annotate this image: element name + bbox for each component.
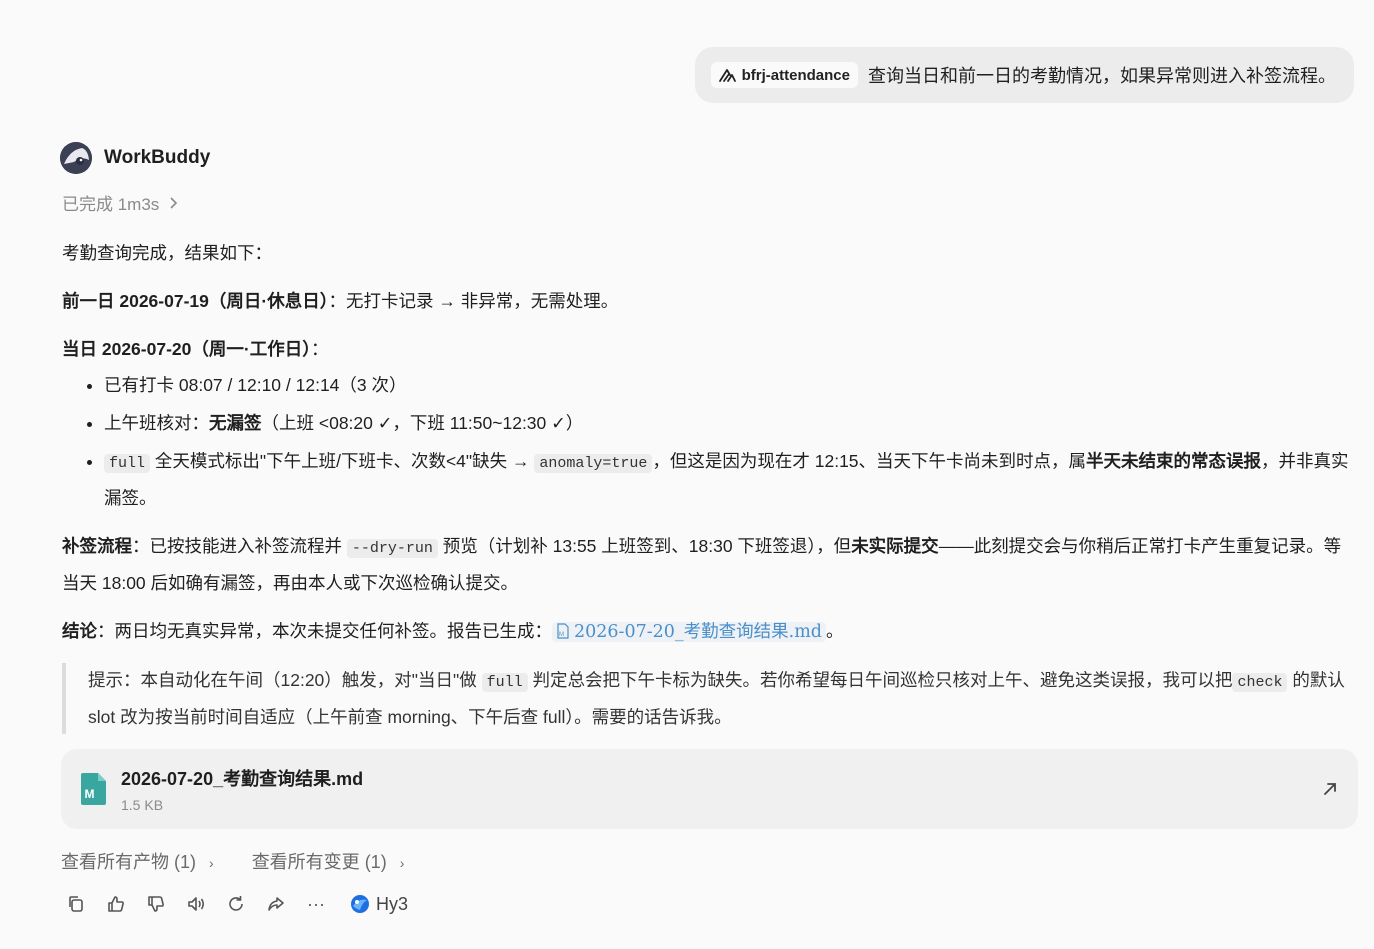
prev-day-paragraph: 前一日 2026-07-19（周日·休息日）：无打卡记录 → 非异常，无需处理。	[62, 284, 1352, 318]
conclusion-label: 结论	[62, 621, 97, 641]
full-mode-text: 全天模式标出"下午上班/下班卡、次数<4"缺失 →	[150, 451, 535, 471]
dislike-button[interactable]	[146, 893, 166, 915]
summary-links: 查看所有产物 (1) › 查看所有变更 (1) ›	[61, 848, 404, 874]
resign-label: 补签流程	[62, 536, 132, 556]
view-artifacts-link[interactable]: 查看所有产物 (1) ›	[61, 848, 214, 874]
share-icon	[268, 897, 284, 911]
anomaly-explain: ，但这是因为现在才 12:15、当天下午卡尚未到时点，属	[652, 451, 1087, 471]
conclusion-text: ：两日均无真实异常，本次未提交任何补签。报告已生成：	[97, 621, 552, 641]
assistant-header: WorkBuddy	[60, 142, 210, 174]
chevron-right-icon: ›	[399, 855, 405, 871]
model-selector[interactable]: Hy3	[350, 894, 408, 915]
today-list: 已有打卡 08:07 / 12:10 / 12:14（3 次） 上午班核对：无漏…	[62, 368, 1352, 515]
code-full-tip: full	[481, 673, 528, 692]
resign-text-2: 预览（计划补 13:55 上班签到、18:30 下班签退），但	[437, 536, 852, 556]
share-button[interactable]	[266, 893, 286, 915]
speaker-icon	[188, 897, 205, 911]
tip-text-2: 判定总会把下午卡标为缺失。若你希望每日午间巡检只核对上午、避免这类误报，我可以把	[527, 670, 1233, 690]
skill-icon	[718, 69, 736, 82]
assistant-name: WorkBuddy	[104, 147, 211, 168]
status-line[interactable]: 已完成 1m3s	[62, 190, 179, 215]
today-heading: 当日 2026-07-20（周一·工作日）：	[62, 332, 1352, 366]
code-dry-run: --dry-run	[346, 539, 438, 558]
file-card[interactable]: M 2026-07-20_考勤查询结果.md 1.5 KB	[61, 749, 1358, 829]
thumbs-down-icon	[148, 896, 164, 912]
prev-day-text: ：无打卡记录 → 非异常，无需处理。	[328, 291, 619, 311]
read-aloud-button[interactable]	[186, 893, 206, 915]
today-label: 当日 2026-07-20（周一·工作日）	[62, 339, 311, 359]
user-message-text: 查询当日和前一日的考勤情况，如果异常则进入补签流程。	[868, 66, 1336, 86]
file-size: 1.5 KB	[121, 797, 164, 813]
markdown-file-icon: M	[557, 623, 569, 639]
markdown-file-icon: M	[81, 773, 106, 805]
list-item: 上午班核对：无漏签（上班 <08:20 ✓，下班 11:50~12:30 ✓）	[104, 406, 1352, 440]
resign-not-submitted: 未实际提交	[851, 536, 939, 556]
avatar	[60, 142, 92, 174]
model-logo-icon	[351, 895, 369, 913]
report-file-link-text: 2026-07-20_考勤查询结果.md	[574, 622, 823, 642]
conclusion-paragraph: 结论：两日均无真实异常，本次未提交任何补签。报告已生成： M 2026-07-20_…	[62, 614, 1352, 649]
code-anomaly: anomaly=true	[534, 454, 653, 473]
copy-button[interactable]	[66, 893, 86, 915]
more-button[interactable]: ···	[306, 893, 326, 915]
conclusion-end: 。	[826, 621, 844, 641]
like-button[interactable]	[106, 893, 126, 915]
morning-check-result: 无漏签	[209, 413, 262, 433]
view-artifacts-label: 查看所有产物 (1)	[61, 852, 196, 872]
morning-check-label: 上午班核对：	[104, 413, 209, 433]
svg-text:M: M	[85, 787, 95, 801]
code-full: full	[104, 454, 151, 473]
morning-check-detail: （上班 <08:20 ✓，下班 11:50~12:30 ✓）	[261, 413, 584, 433]
list-item: full 全天模式标出"下午上班/下班卡、次数<4"缺失 → anomaly=t…	[104, 444, 1352, 515]
user-message-bubble: bfrj-attendance 查询当日和前一日的考勤情况，如果异常则进入补签流…	[694, 47, 1354, 103]
skill-chip[interactable]: bfrj-attendance	[710, 62, 858, 88]
view-changes-label: 查看所有变更 (1)	[251, 852, 387, 872]
view-changes-link[interactable]: 查看所有变更 (1) ›	[252, 848, 405, 874]
thumbs-up-icon	[108, 896, 124, 912]
tip-text-1: 提示：本自动化在午间（12:20）触发，对"当日"做	[88, 670, 482, 690]
skill-chip-label: bfrj-attendance	[741, 66, 850, 84]
svg-text:M: M	[559, 632, 564, 638]
model-name: Hy3	[376, 893, 409, 914]
false-positive-note: 半天未结束的常态误报	[1086, 451, 1262, 471]
regenerate-button[interactable]	[226, 893, 246, 915]
response-body: 考勤查询完成，结果如下： 前一日 2026-07-19（周日·休息日）：无打卡记…	[62, 236, 1352, 752]
list-item: 已有打卡 08:07 / 12:10 / 12:14（3 次）	[104, 368, 1352, 402]
file-name: 2026-07-20_考勤查询结果.md	[121, 769, 364, 789]
more-icon: ···	[307, 893, 325, 914]
open-external-icon[interactable]	[1320, 779, 1340, 799]
message-toolbar: ··· Hy3	[66, 893, 408, 915]
code-check: check	[1232, 673, 1288, 692]
status-text: 已完成 1m3s	[62, 195, 160, 214]
chevron-right-icon: ›	[209, 855, 214, 871]
resign-text-1: ：已按技能进入补签流程并	[132, 536, 347, 556]
punch-record: 已有打卡 08:07 / 12:10 / 12:14（3 次）	[104, 375, 407, 395]
intro-paragraph: 考勤查询完成，结果如下：	[62, 243, 272, 263]
tip-blockquote: 提示：本自动化在午间（12:20）触发，对"当日"做 full 判定总会把下午卡…	[62, 663, 1352, 734]
resign-paragraph: 补签流程：已按技能进入补签流程并 --dry-run 预览（计划补 13:55 …	[62, 529, 1352, 600]
today-colon: ：	[310, 339, 329, 359]
prev-day-label: 前一日 2026-07-19（周日·休息日）	[62, 291, 329, 311]
chevron-right-icon	[170, 196, 178, 209]
copy-icon	[69, 896, 83, 912]
report-file-link[interactable]: M 2026-07-20_考勤查询结果.md	[552, 622, 827, 642]
refresh-icon	[229, 896, 243, 911]
